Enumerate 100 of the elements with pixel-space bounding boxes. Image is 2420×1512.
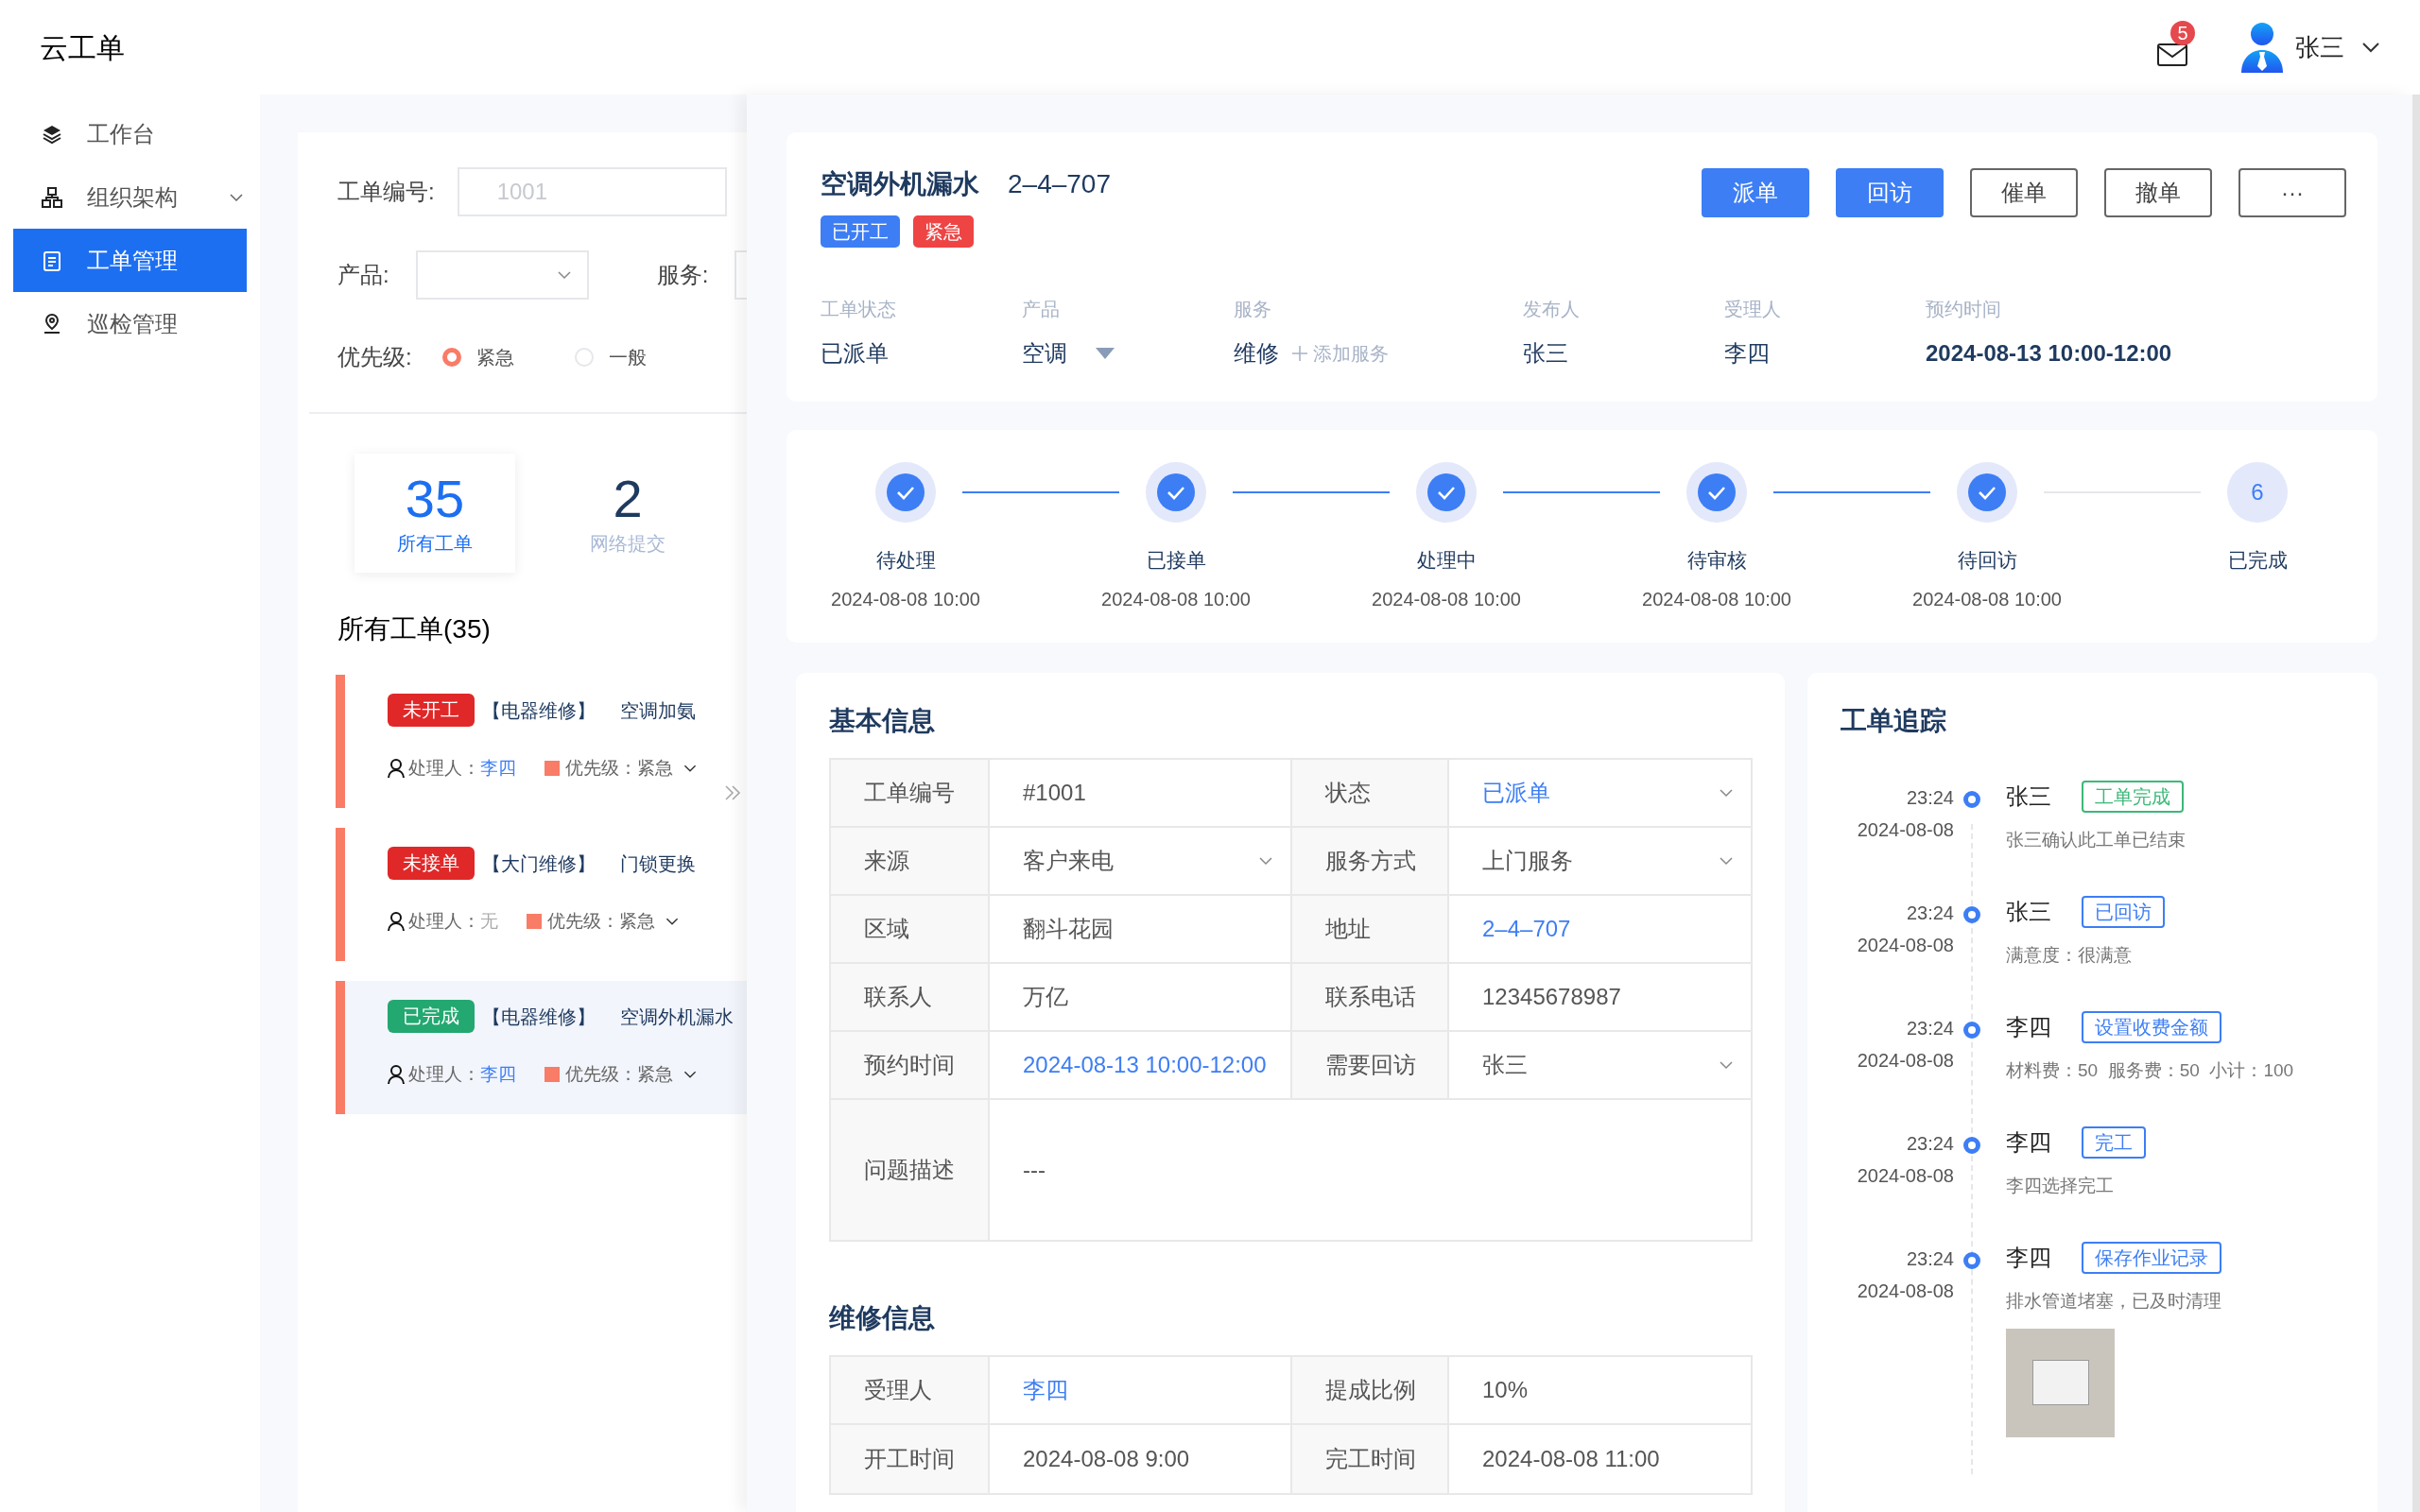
avatar-icon[interactable] [2240, 22, 2284, 73]
order-title: 门锁更换 [620, 851, 696, 876]
field-label: 优先级: [337, 343, 412, 371]
person-icon [388, 759, 405, 779]
plus-icon [1292, 346, 1307, 361]
chevron-down-icon [557, 270, 572, 280]
table-cell: 12345678987 [1449, 964, 1751, 1032]
stat-tab[interactable]: 2 网络提交 [547, 454, 708, 573]
step-marker: 6 [2227, 462, 2288, 523]
check-icon [1968, 473, 2006, 511]
select-field[interactable]: 张三 [1449, 1032, 1751, 1100]
sidebar-item[interactable]: 工作台 [13, 102, 247, 165]
person-name: 张三 [2006, 898, 2051, 926]
priority-label: 优先级： [565, 757, 637, 780]
table-label-cell: 联系电话 [1290, 964, 1449, 1032]
table-label-cell: 提成比例 [1290, 1357, 1449, 1425]
entry-time: 23:24 [1906, 1132, 1954, 1156]
handler-label: 处理人： [408, 757, 480, 780]
field-label: 产品 [1022, 298, 1061, 321]
priority-label: 优先级： [547, 910, 619, 933]
action-button[interactable]: 催单 [1970, 168, 2078, 217]
action-button[interactable]: 撤单 [2104, 168, 2212, 217]
step-time: 2024-08-08 10:00 [1641, 588, 1792, 611]
field-label: 工单编号: [337, 178, 435, 206]
table-label-cell: 开工时间 [831, 1425, 990, 1493]
sidebar-item[interactable]: 组织架构 [13, 165, 247, 229]
field-value: 已派单 [821, 339, 889, 368]
action-tag: 完工 [2082, 1126, 2146, 1159]
action-tag: 工单完成 [2082, 781, 2184, 813]
person-name: 李四 [2006, 1244, 2051, 1272]
list-title: 所有工单(35) [337, 613, 491, 645]
chevron-down-icon[interactable] [683, 765, 697, 773]
caret-down-icon[interactable] [1096, 348, 1115, 359]
entry-time: 23:24 [1906, 1017, 1954, 1040]
section-title: 维修信息 [829, 1302, 936, 1334]
action-button[interactable]: 回访 [1836, 168, 1944, 217]
priority-value: 紧急 [619, 910, 655, 933]
entry-date: 2024-08-08 [1857, 1280, 1954, 1303]
table-label-cell: 需要回访 [1290, 1032, 1449, 1100]
table-label-cell: 预约时间 [831, 1032, 990, 1100]
entry-date: 2024-08-08 [1857, 934, 1954, 957]
chevron-down-icon[interactable] [683, 1071, 697, 1079]
notification-badge: 5 [2170, 21, 2195, 45]
select-field[interactable]: 已派单 [1449, 760, 1751, 828]
entry-time: 23:24 [1906, 902, 1954, 925]
sidebar-item[interactable]: 巡检管理 [13, 292, 247, 355]
entry-date: 2024-08-08 [1857, 1049, 1954, 1073]
entry-date: 2024-08-08 [1857, 1164, 1954, 1188]
field-label: 受理人 [1724, 298, 1781, 321]
field-value: 2024-08-13 10:00-12:00 [1926, 339, 2172, 368]
chevron-down-icon[interactable] [2361, 42, 2380, 53]
action-button[interactable]: 派单 [1702, 168, 1809, 217]
chevron-down-icon [1719, 1060, 1734, 1070]
check-icon [1698, 473, 1736, 511]
priority-radio[interactable]: 紧急 [441, 343, 514, 371]
person-icon [388, 912, 405, 932]
field-value: 维修 [1234, 339, 1279, 368]
priority-square-icon [527, 914, 542, 930]
field-label: 服务 [1234, 298, 1272, 321]
status-tag: 已完成 [388, 1000, 475, 1033]
sidebar-item[interactable]: 工单管理 [13, 229, 247, 292]
field-value: 李四 [1724, 339, 1770, 368]
chevron-down-icon [1258, 856, 1273, 866]
table-cell-text: 2024-08-08 9:00 [1022, 1445, 1191, 1473]
mail-icon[interactable] [2157, 43, 2187, 66]
section-title: 基本信息 [829, 705, 936, 737]
field-label: 服务: [656, 261, 709, 289]
person-name: 李四 [2006, 1128, 2051, 1157]
field-label: 工单状态 [821, 298, 896, 321]
app-title: 云工单 [40, 30, 125, 65]
priority-radio[interactable]: 一般 [574, 343, 647, 371]
entry-time: 23:24 [1906, 1247, 1954, 1271]
stat-tab[interactable]: 35 所有工单 [354, 454, 515, 573]
order-title: 空调加氨 [620, 698, 696, 723]
step-label: 待回访 [1956, 548, 2018, 573]
field-value: 张三 [1523, 339, 1568, 368]
status-tag: 紧急 [913, 215, 974, 248]
layers-icon [42, 123, 62, 145]
field-label: 发布人 [1523, 298, 1580, 321]
clipboard-icon [42, 249, 62, 271]
category-label: 【大门维修】 [482, 851, 596, 876]
entry-note: 李四选择完工 [2006, 1175, 2115, 1197]
user-name[interactable]: 张三 [2295, 28, 2344, 66]
table-label-cell: 来源 [831, 828, 990, 896]
table-label-cell: 地址 [1290, 896, 1449, 964]
select-field[interactable]: 上门服务 [1449, 828, 1751, 896]
chevron-down-icon[interactable] [666, 918, 679, 926]
action-tag: 保存作业记录 [2082, 1242, 2221, 1274]
entry-date: 2024-08-08 [1857, 818, 1954, 842]
check-icon [1157, 473, 1195, 511]
step-label: 已接单 [1145, 548, 1207, 573]
handler-label: 处理人： [408, 1063, 480, 1086]
table-label-cell: 联系人 [831, 964, 990, 1032]
priority-label: 优先级： [565, 1063, 637, 1086]
priority-value: 紧急 [637, 757, 673, 780]
action-button[interactable]: ··· [2238, 168, 2346, 217]
person-name: 张三 [2006, 782, 2051, 811]
entry-note: 排水管道堵塞，已及时清理 [2006, 1290, 2221, 1313]
step-time: 2024-08-08 10:00 [1100, 588, 1252, 611]
order-number-field[interactable]: 1001 [457, 167, 727, 216]
